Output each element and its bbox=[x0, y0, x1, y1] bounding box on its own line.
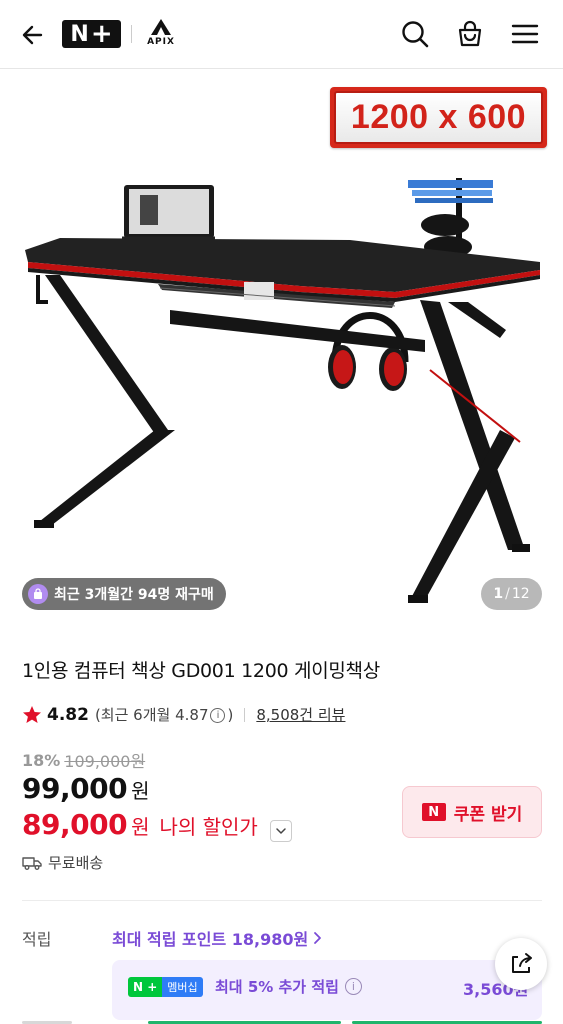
my-price: 89,000 bbox=[22, 808, 128, 841]
apix-logo-text: APIX bbox=[147, 37, 175, 47]
product-title: 1인용 컴퓨터 책상 GD001 1200 게이밍책상 bbox=[22, 660, 380, 682]
size-badge-text: 1200 x 600 bbox=[334, 91, 543, 144]
size-badge: 1200 x 600 bbox=[330, 87, 547, 148]
section-divider bbox=[22, 900, 542, 901]
arrow-left-icon bbox=[22, 25, 43, 45]
page-current: 1 bbox=[493, 586, 504, 602]
rating-score: 4.82 bbox=[47, 704, 89, 725]
recent-rating-text: (최근 6개월 4.87 bbox=[94, 706, 209, 724]
rating-row: 4.82 (최근 6개월 4.87 i) 8,508건 리뷰 bbox=[22, 704, 345, 725]
sale-price: 99,000 bbox=[22, 772, 128, 805]
membership-extra-text: 최대 5% 추가 적립 bbox=[215, 978, 339, 996]
cart-button[interactable] bbox=[454, 18, 486, 50]
shopping-bag-icon bbox=[458, 20, 482, 47]
page-separator: / bbox=[505, 586, 510, 602]
truck-icon bbox=[22, 856, 42, 870]
my-price-expand-button[interactable] bbox=[269, 820, 292, 842]
review-count-link[interactable]: 8,508건 리뷰 bbox=[256, 704, 345, 725]
sale-price-row: 99,000 원 bbox=[22, 772, 149, 805]
chevron-down-icon bbox=[276, 828, 286, 834]
naver-plus-store-logo[interactable]: N + bbox=[62, 20, 121, 48]
coupon-button[interactable]: N 쿠폰 받기 bbox=[402, 786, 542, 838]
naver-plus-membership-tag: N + 멤버십 bbox=[128, 977, 203, 997]
recent-rating-close: ) bbox=[227, 706, 234, 724]
recent-rating: (최근 6개월 4.87 i) bbox=[95, 704, 233, 725]
max-points-text: 최대 적립 포인트 18,980원 bbox=[112, 930, 309, 949]
naver-n-icon: N bbox=[421, 803, 446, 821]
search-button[interactable] bbox=[399, 18, 431, 50]
rating-divider bbox=[244, 707, 246, 722]
back-button[interactable] bbox=[18, 20, 48, 50]
membership-points-box: N + 멤버십 최대 5% 추가 적립 i 3,560원 bbox=[112, 960, 542, 1020]
coupon-button-label: 쿠폰 받기 bbox=[453, 804, 523, 825]
info-icon[interactable]: i bbox=[344, 978, 362, 995]
my-price-label: 나의 할인가 bbox=[159, 815, 258, 839]
info-icon[interactable]: i bbox=[210, 708, 226, 723]
original-price: 109,000원 bbox=[64, 752, 146, 771]
repurchase-badge: 최근 3개월간 94명 재구매 bbox=[22, 578, 226, 610]
membership-extra-points: 최대 5% 추가 적립 i bbox=[215, 976, 362, 997]
chevron-right-icon bbox=[314, 932, 322, 944]
shipping-row: 무료배송 bbox=[22, 852, 103, 873]
my-price-row[interactable]: 89,000 원 나의 할인가 bbox=[22, 808, 292, 842]
product-image-carousel[interactable]: 1200 x 600 최근 3개월간 94명 재구매 1 / 12 bbox=[0, 70, 563, 630]
apix-logo-icon bbox=[151, 19, 171, 35]
membership-tag-logo: N + bbox=[128, 977, 163, 997]
apix-brand-logo[interactable]: APIX bbox=[143, 18, 179, 50]
share-icon bbox=[512, 953, 532, 973]
bottom-action-bar-edge bbox=[0, 1018, 563, 1024]
image-page-indicator: 1 / 12 bbox=[481, 578, 542, 610]
my-price-unit: 원 bbox=[131, 815, 150, 839]
points-label: 적립 bbox=[22, 930, 52, 949]
purple-bag-icon bbox=[28, 584, 48, 604]
star-icon bbox=[23, 705, 41, 723]
discount-row: 18% 109,000원 bbox=[22, 748, 145, 772]
header-divider bbox=[131, 25, 132, 43]
page-total: 12 bbox=[511, 586, 530, 602]
repurchase-text: 최근 3개월간 94명 재구매 bbox=[54, 587, 214, 603]
menu-button[interactable] bbox=[509, 18, 541, 50]
search-icon bbox=[402, 21, 429, 48]
hamburger-menu-icon bbox=[511, 24, 539, 44]
share-button[interactable] bbox=[495, 938, 547, 990]
sale-price-unit: 원 bbox=[131, 779, 150, 803]
max-points-link[interactable]: 최대 적립 포인트 18,980원 bbox=[112, 926, 322, 950]
top-header: N + APIX bbox=[0, 0, 563, 69]
gaming-desk-image bbox=[25, 178, 540, 603]
shipping-text: 무료배송 bbox=[48, 854, 104, 872]
discount-percent: 18% bbox=[22, 750, 61, 770]
membership-tag-label: 멤버십 bbox=[162, 977, 203, 997]
